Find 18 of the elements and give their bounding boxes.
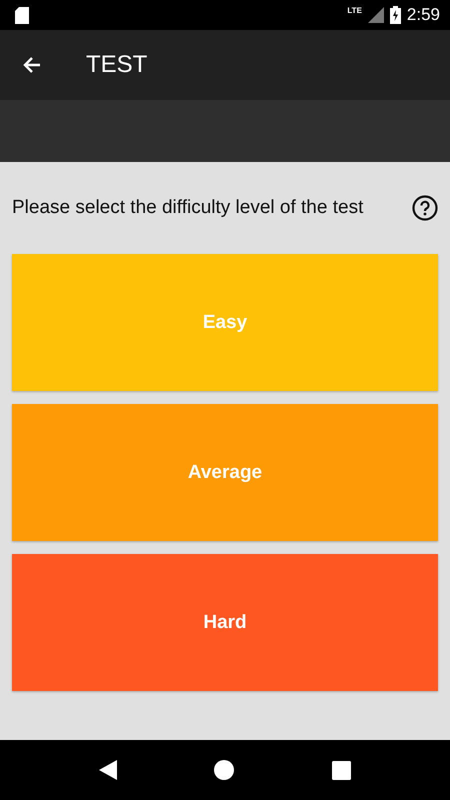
difficulty-option[interactable]: Easy: [12, 254, 438, 391]
difficulty-option[interactable]: Average: [12, 404, 438, 541]
network-type: LTE: [347, 6, 362, 15]
sd-card-icon: [15, 6, 29, 24]
clock: 2:59: [406, 5, 440, 25]
help-icon: [412, 195, 438, 221]
recents-square-icon: [332, 760, 352, 780]
recents-button[interactable]: [332, 760, 352, 780]
home-button[interactable]: [214, 760, 234, 780]
signal-icon: [368, 7, 384, 23]
instruction-text: Please select the difficulty level of the test: [12, 197, 364, 219]
battery-charging-icon: [390, 6, 401, 24]
back-triangle-icon: [98, 760, 117, 780]
difficulty-option[interactable]: Hard: [12, 554, 438, 691]
screen-title: TEST: [86, 51, 148, 79]
nav-back-button[interactable]: [98, 760, 117, 780]
home-circle-icon: [214, 760, 234, 780]
help-button[interactable]: [412, 195, 438, 221]
